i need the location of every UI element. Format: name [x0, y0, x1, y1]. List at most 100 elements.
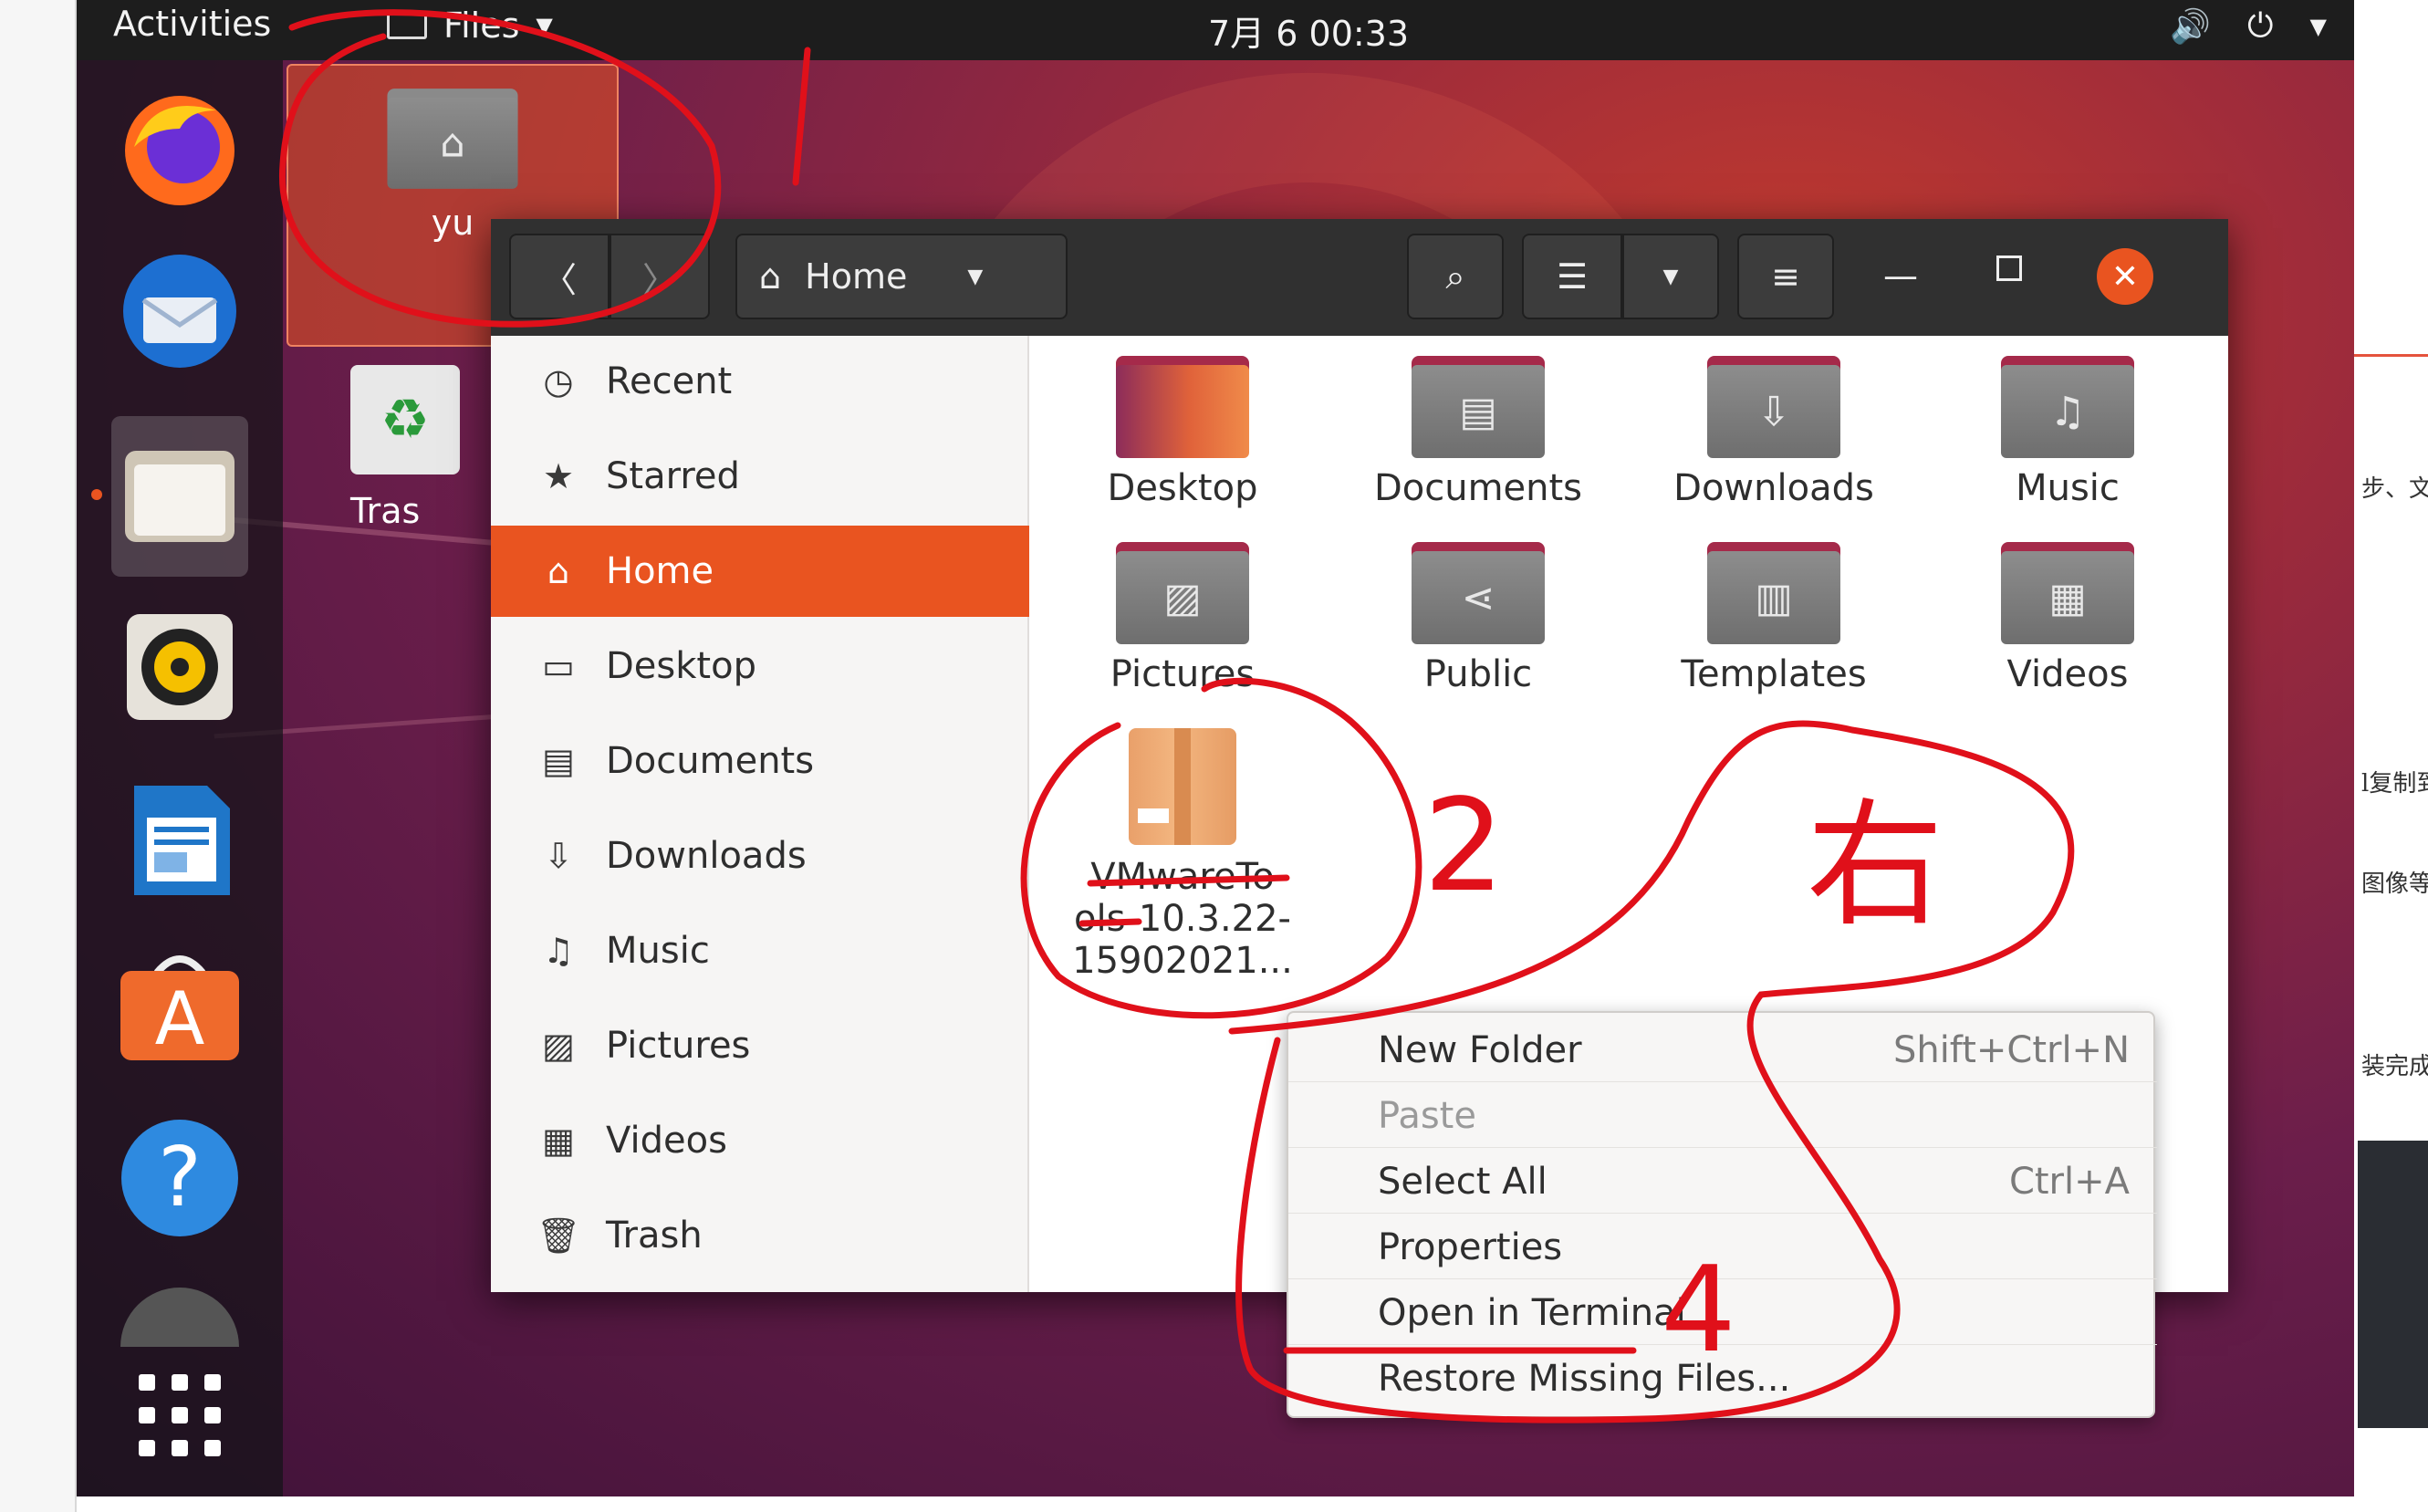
partial-dock-icon[interactable] [111, 1274, 248, 1347]
system-tray[interactable]: 🔊 ⏻ ▼ [2170, 7, 2327, 46]
page-text-fragment: 步、文 [2361, 475, 2428, 503]
svg-text:A: A [155, 976, 205, 1061]
top-bar: Activities Files ▼ 7月 6 00:33 🔊 ⏻ ▼ [77, 0, 2354, 60]
host-right-page: 步、文 l复制到 图像等口 装完成 [2354, 0, 2428, 1512]
menu-item-new-folder[interactable]: New Folder Shift+Ctrl+N [1288, 1018, 2157, 1082]
page-text-fragment: 装完成 [2361, 1053, 2428, 1080]
clock[interactable]: 7月 6 00:33 [1208, 5, 1409, 56]
app-menu[interactable]: Files ▼ [387, 5, 553, 46]
ubuntu-software-icon[interactable]: A [111, 936, 248, 1073]
location-button[interactable]: ⌂ Home ▼ [735, 234, 1068, 319]
documents-folder-icon: ▤ [1412, 356, 1545, 458]
file-item-label: Desktop [1107, 467, 1258, 509]
file-item-label: VMwareTo [1090, 856, 1275, 898]
activities-button[interactable]: Activities [113, 4, 271, 44]
sidebar-item-label: Pictures [606, 1025, 751, 1067]
file-item-desktop[interactable]: Desktop [1037, 356, 1329, 509]
show-applications-icon[interactable] [111, 1347, 248, 1484]
menu-item-select-all[interactable]: Select All Ctrl+A [1288, 1150, 2157, 1214]
file-item-templates[interactable]: ▥ Templates [1628, 542, 1920, 695]
chevron-right-icon: 〉 [641, 259, 677, 300]
file-item-label: Documents [1373, 467, 1583, 509]
file-item-label: ols-10.3.22- [1074, 898, 1291, 940]
sidebar-item-label: Starred [606, 455, 740, 497]
screenshot-stage: 步、文 l复制到 图像等口 装完成 Activities Files ▼ 7月 … [0, 0, 2428, 1512]
menu-item-shortcut: Shift+Ctrl+N [1892, 1028, 2130, 1071]
star-icon: ★ [542, 456, 575, 496]
menu-item-restore-missing-files[interactable]: Restore Missing Files... [1288, 1347, 2157, 1411]
menu-item-shortcut: Ctrl+A [2008, 1160, 2130, 1203]
sidebar-item-downloads[interactable]: ⇩ Downloads [491, 810, 1029, 902]
sidebar-item-label: Recent [606, 360, 733, 402]
close-button[interactable]: ✕ [2097, 248, 2153, 305]
menu-item-open-in-terminal[interactable]: Open in Terminal [1288, 1281, 2157, 1345]
minimize-button[interactable]: — [1883, 255, 1918, 296]
page-text-fragment: l复制到 [2361, 770, 2428, 798]
location-label: Home [805, 256, 908, 297]
sidebar-item-label: Videos [606, 1120, 727, 1162]
sidebar-item-recent[interactable]: ◷ Recent [491, 336, 1029, 427]
file-item-documents[interactable]: ▤ Documents [1332, 356, 1624, 509]
sidebar-item-home[interactable]: ⌂ Home [491, 526, 1029, 617]
chevron-down-icon: ▼ [967, 265, 984, 288]
volume-icon: 🔊 [2170, 8, 2212, 46]
desktop-trash[interactable]: ♻ Tras [350, 365, 496, 531]
page-text-fragment: 图像等口 [2361, 871, 2428, 898]
sidebar-item-documents[interactable]: ▤ Documents [491, 715, 1029, 807]
downloads-folder-icon: ⇩ [1707, 356, 1840, 458]
sidebar-item-label: Documents [606, 740, 815, 782]
sidebar-item-starred[interactable]: ★ Starred [491, 431, 1029, 522]
thunderbird-icon[interactable] [111, 243, 248, 380]
maximize-button[interactable] [1996, 255, 2022, 281]
file-item-label: 15902021... [1072, 940, 1293, 982]
sidebar-item-trash[interactable]: 🗑 Trash [491, 1190, 1029, 1281]
file-item-label: Videos [2006, 653, 2129, 695]
rhythmbox-icon[interactable] [111, 599, 248, 735]
documents-icon: ▤ [542, 741, 575, 781]
desktop-home-label: yu [431, 203, 474, 243]
file-item-vmware-tools[interactable]: VMwareTo ols-10.3.22- 15902021... [1037, 728, 1329, 982]
public-folder-icon: ⋖ [1412, 542, 1545, 644]
file-item-downloads[interactable]: ⇩ Downloads [1628, 356, 1920, 509]
dock: A ? [77, 60, 283, 1496]
list-view-button[interactable]: ☰ [1522, 234, 1622, 319]
menu-item-label: Open in Terminal [1378, 1291, 1686, 1334]
files-app-icon [387, 12, 427, 39]
recycle-icon: ♻ [350, 365, 460, 474]
file-item-videos[interactable]: ▦ Videos [1922, 542, 2214, 695]
host-left-margin [0, 0, 77, 1512]
running-indicator [91, 489, 102, 500]
libreoffice-writer-icon[interactable] [111, 772, 248, 909]
menu-item-paste[interactable]: Paste [1288, 1084, 2157, 1148]
page-divider [2354, 354, 2428, 357]
home-folder-icon: ⌂ [387, 89, 518, 189]
help-icon[interactable]: ? [111, 1110, 248, 1246]
file-item-label: Downloads [1673, 467, 1874, 509]
sidebar-item-label: Home [606, 550, 714, 592]
videos-folder-icon: ▦ [2001, 542, 2134, 644]
sidebar-item-desktop[interactable]: ▭ Desktop [491, 620, 1029, 712]
forward-button[interactable]: 〉 [610, 234, 710, 319]
files-icon[interactable] [111, 416, 248, 577]
file-item-music[interactable]: ♫ Music [1922, 356, 2214, 509]
firefox-icon[interactable] [111, 78, 248, 215]
back-button[interactable]: 〈 [509, 234, 610, 319]
menu-item-label: Properties [1378, 1225, 1563, 1268]
file-item-public[interactable]: ⋖ Public [1332, 542, 1624, 695]
file-item-label: Public [1423, 653, 1533, 695]
chevron-left-icon: 〈 [541, 259, 577, 300]
menu-button[interactable]: ≡ [1737, 234, 1834, 319]
close-icon: ✕ [2110, 257, 2140, 296]
sidebar: ◷ Recent ★ Starred ⌂ Home ▭ Desktop ▤ Documen… [491, 336, 1029, 1292]
sidebar-item-music[interactable]: ♫ Music [491, 905, 1029, 996]
context-menu: New Folder Shift+Ctrl+N Paste Select All C… [1287, 1011, 2157, 1418]
menu-item-properties[interactable]: Properties [1288, 1215, 2157, 1279]
sidebar-item-pictures[interactable]: ▨ Pictures [491, 1000, 1029, 1091]
menu-item-label: Select All [1378, 1160, 1547, 1203]
search-icon: ⌕ [1445, 255, 1465, 297]
file-item-pictures[interactable]: ▨ Pictures [1037, 542, 1329, 695]
search-button[interactable]: ⌕ [1407, 234, 1504, 319]
view-options-button[interactable]: ▼ [1622, 234, 1719, 319]
sidebar-item-videos[interactable]: ▦ Videos [491, 1095, 1029, 1186]
sidebar-item-label: Music [606, 930, 710, 972]
